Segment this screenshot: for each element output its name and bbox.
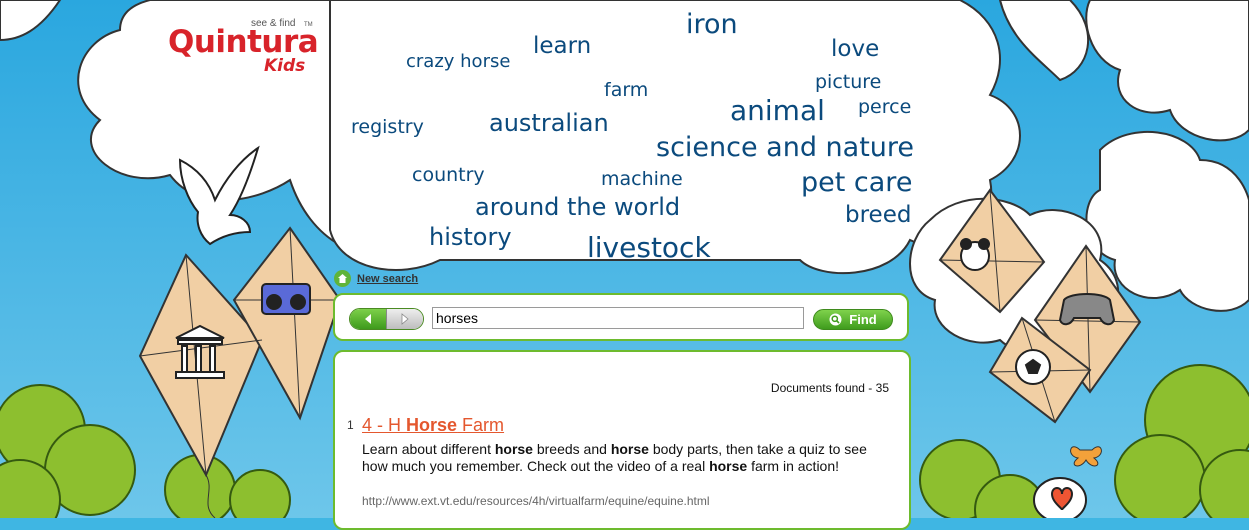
boombox-icon (261, 283, 311, 315)
tag-machine[interactable]: machine (601, 170, 683, 189)
tag-science-and-nature[interactable]: science and nature (656, 134, 914, 161)
forward-button[interactable] (386, 309, 423, 329)
result-desc-highlight: horse (709, 458, 748, 474)
result-number: 1 (347, 418, 354, 432)
search-input[interactable] (432, 307, 804, 329)
new-search[interactable]: New search (334, 270, 418, 287)
search-icon (829, 313, 842, 326)
tag-animal[interactable]: animal (730, 97, 825, 125)
tag-crazy-horse[interactable]: crazy horse (406, 53, 510, 71)
arrow-right-icon (401, 313, 409, 325)
tag-love[interactable]: love (831, 38, 879, 61)
result-desc-part: Learn about different (362, 441, 495, 457)
tag-registry[interactable]: registry (351, 118, 424, 137)
tag-around-the-world[interactable]: around the world (475, 195, 680, 219)
result-desc-part: farm in action! (747, 458, 840, 474)
new-search-link[interactable]: New search (357, 273, 418, 285)
logo-brand: Quintura (168, 24, 319, 60)
result-title-bold: Horse (406, 415, 458, 435)
tag-history[interactable]: history (429, 225, 512, 249)
tag-breed[interactable]: breed (845, 204, 911, 227)
tag-country[interactable]: country (412, 166, 485, 185)
tag-perce[interactable]: perce (858, 98, 911, 117)
soccer-ball-icon (1015, 349, 1051, 385)
home-icon[interactable] (334, 270, 351, 287)
result-desc-highlight: horse (494, 441, 533, 457)
result-url[interactable]: http://www.ext.vt.edu/resources/4h/virtu… (362, 494, 710, 508)
tag-iron[interactable]: iron (686, 11, 738, 38)
results-panel: Documents found - 35 1 4 - H Horse Farm … (333, 350, 911, 530)
panda-icon (960, 238, 990, 271)
logo-kids: Kids (264, 56, 306, 76)
arrow-left-icon (365, 314, 371, 324)
search-bar: Find (333, 293, 909, 341)
result-desc-highlight: horse (610, 441, 649, 457)
result-desc-part: breeds and (532, 441, 611, 457)
tag-farm[interactable]: farm (604, 81, 648, 100)
quintura-kids-logo[interactable]: see & find TM Quintura Kids (168, 18, 319, 80)
tag-pet-care[interactable]: pet care (801, 169, 912, 196)
documents-found: Documents found - 35 (770, 381, 889, 395)
find-button[interactable]: Find (813, 309, 893, 330)
tag-learn[interactable]: learn (533, 35, 591, 58)
back-button[interactable] (350, 309, 386, 329)
result-title-post: Farm (457, 415, 505, 435)
result-title-link[interactable]: 4 - H Horse Farm (362, 415, 504, 436)
tag-picture[interactable]: picture (815, 73, 881, 92)
result-description: Learn about different horse breeds and h… (362, 441, 892, 475)
find-label: Find (849, 312, 877, 327)
tag-livestock[interactable]: livestock (587, 234, 711, 262)
history-nav (349, 308, 424, 330)
result-title-pre: 4 - H (362, 415, 407, 435)
tag-australian[interactable]: australian (489, 111, 609, 135)
